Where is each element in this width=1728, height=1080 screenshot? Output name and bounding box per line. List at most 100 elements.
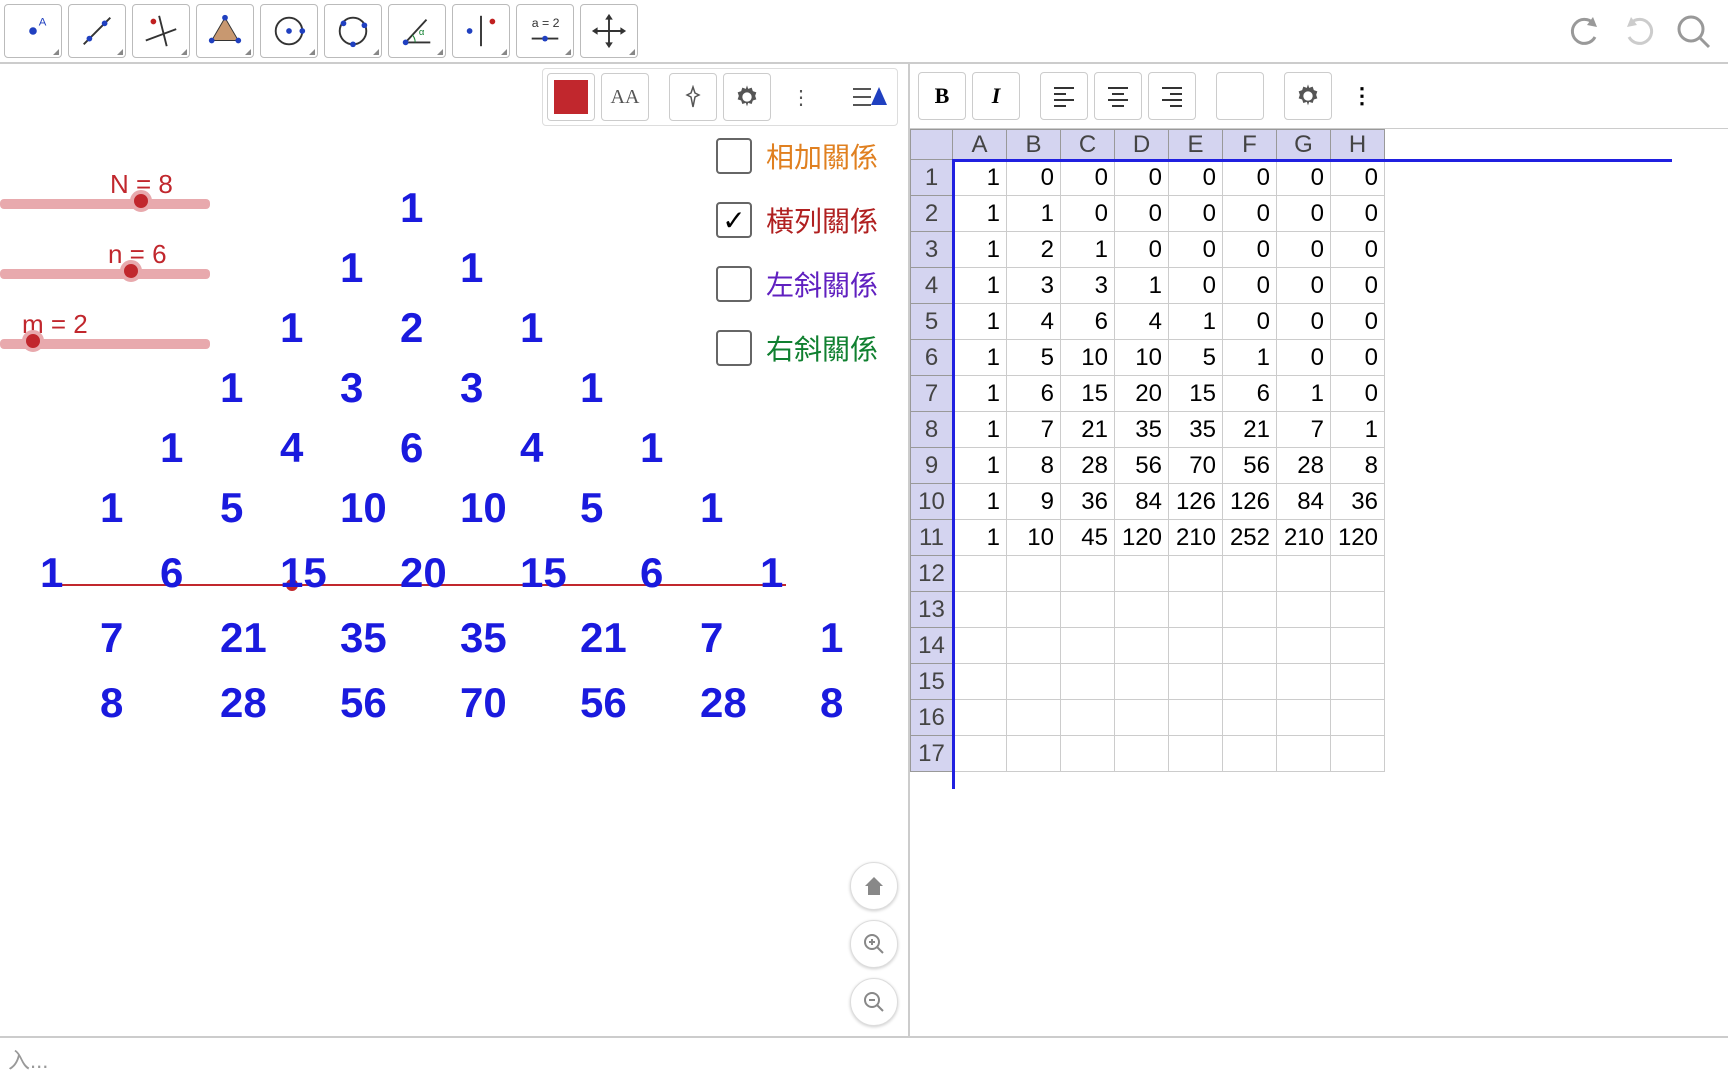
cell-D11[interactable]: 120 — [1115, 520, 1169, 556]
cell-E7[interactable]: 15 — [1169, 376, 1223, 412]
cell-H8[interactable]: 1 — [1331, 412, 1385, 448]
cell-A15[interactable] — [953, 664, 1007, 700]
cell-F13[interactable] — [1223, 592, 1277, 628]
cell-A17[interactable] — [953, 736, 1007, 772]
cell-D10[interactable]: 84 — [1115, 484, 1169, 520]
cell-H5[interactable]: 0 — [1331, 304, 1385, 340]
cell-H4[interactable]: 0 — [1331, 268, 1385, 304]
row-header-12[interactable]: 12 — [911, 556, 953, 592]
cell-D12[interactable] — [1115, 556, 1169, 592]
row-header-3[interactable]: 3 — [911, 232, 953, 268]
cell-G14[interactable] — [1277, 628, 1331, 664]
checkbox-box-icon[interactable] — [716, 330, 752, 366]
cell-C3[interactable]: 1 — [1061, 232, 1115, 268]
cell-B11[interactable]: 10 — [1007, 520, 1061, 556]
cell-H14[interactable] — [1331, 628, 1385, 664]
row-header-1[interactable]: 1 — [911, 160, 953, 196]
cell-H2[interactable]: 0 — [1331, 196, 1385, 232]
cell-E13[interactable] — [1169, 592, 1223, 628]
cell-B2[interactable]: 1 — [1007, 196, 1061, 232]
cell-B17[interactable] — [1007, 736, 1061, 772]
align-left-button[interactable] — [1040, 72, 1088, 120]
cell-D4[interactable]: 1 — [1115, 268, 1169, 304]
cell-G8[interactable]: 7 — [1277, 412, 1331, 448]
cell-G3[interactable]: 0 — [1277, 232, 1331, 268]
cell-H17[interactable] — [1331, 736, 1385, 772]
cell-E5[interactable]: 1 — [1169, 304, 1223, 340]
cell-A5[interactable]: 1 — [953, 304, 1007, 340]
cell-C2[interactable]: 0 — [1061, 196, 1115, 232]
tool-reflect[interactable] — [452, 4, 510, 58]
spreadsheet-grid[interactable]: ABCDEFGH11000000021100000031210000041331… — [910, 129, 1728, 1036]
tool-line[interactable] — [68, 4, 126, 58]
cell-E2[interactable]: 0 — [1169, 196, 1223, 232]
cell-E8[interactable]: 35 — [1169, 412, 1223, 448]
cell-H16[interactable] — [1331, 700, 1385, 736]
cell-H3[interactable]: 0 — [1331, 232, 1385, 268]
italic-button[interactable]: I — [972, 72, 1020, 120]
cell-D2[interactable]: 0 — [1115, 196, 1169, 232]
align-right-button[interactable] — [1148, 72, 1196, 120]
row-header-9[interactable]: 9 — [911, 448, 953, 484]
cell-C4[interactable]: 3 — [1061, 268, 1115, 304]
row-header-4[interactable]: 4 — [911, 268, 953, 304]
slider-1[interactable]: n = 6 — [0, 239, 220, 309]
cell-H1[interactable]: 0 — [1331, 160, 1385, 196]
color-picker[interactable] — [547, 73, 595, 121]
checkbox-3[interactable]: 右斜關係 — [716, 328, 878, 368]
cell-G1[interactable]: 0 — [1277, 160, 1331, 196]
cell-E17[interactable] — [1169, 736, 1223, 772]
cell-G7[interactable]: 1 — [1277, 376, 1331, 412]
cell-B15[interactable] — [1007, 664, 1061, 700]
cell-F5[interactable]: 0 — [1223, 304, 1277, 340]
cell-H9[interactable]: 8 — [1331, 448, 1385, 484]
row-header-2[interactable]: 2 — [911, 196, 953, 232]
col-header-D[interactable]: D — [1115, 130, 1169, 160]
cell-H6[interactable]: 0 — [1331, 340, 1385, 376]
row-header-5[interactable]: 5 — [911, 304, 953, 340]
cell-A10[interactable]: 1 — [953, 484, 1007, 520]
cell-C7[interactable]: 15 — [1061, 376, 1115, 412]
cell-B8[interactable]: 7 — [1007, 412, 1061, 448]
cell-D16[interactable] — [1115, 700, 1169, 736]
cell-H10[interactable]: 36 — [1331, 484, 1385, 520]
cell-bg-color[interactable] — [1216, 72, 1264, 120]
cell-B13[interactable] — [1007, 592, 1061, 628]
slider-2[interactable]: m = 2 — [0, 309, 220, 379]
checkbox-1[interactable]: ✓橫列關係 — [716, 200, 878, 240]
cell-G13[interactable] — [1277, 592, 1331, 628]
align-center-button[interactable] — [1094, 72, 1142, 120]
row-header-6[interactable]: 6 — [911, 340, 953, 376]
cell-D9[interactable]: 56 — [1115, 448, 1169, 484]
col-header-E[interactable]: E — [1169, 130, 1223, 160]
cell-A11[interactable]: 1 — [953, 520, 1007, 556]
cell-C11[interactable]: 45 — [1061, 520, 1115, 556]
cell-G16[interactable] — [1277, 700, 1331, 736]
cell-G4[interactable]: 0 — [1277, 268, 1331, 304]
cell-H15[interactable] — [1331, 664, 1385, 700]
corner-cell[interactable] — [911, 130, 953, 160]
cell-E1[interactable]: 0 — [1169, 160, 1223, 196]
undo-button[interactable] — [1562, 8, 1608, 54]
cell-D13[interactable] — [1115, 592, 1169, 628]
cell-A4[interactable]: 1 — [953, 268, 1007, 304]
cell-G15[interactable] — [1277, 664, 1331, 700]
cell-G2[interactable]: 0 — [1277, 196, 1331, 232]
bold-button[interactable]: B — [918, 72, 966, 120]
cell-E14[interactable] — [1169, 628, 1223, 664]
cell-F6[interactable]: 1 — [1223, 340, 1277, 376]
row-header-15[interactable]: 15 — [911, 664, 953, 700]
cell-G11[interactable]: 210 — [1277, 520, 1331, 556]
cell-G9[interactable]: 28 — [1277, 448, 1331, 484]
cell-C9[interactable]: 28 — [1061, 448, 1115, 484]
slider-thumb[interactable] — [130, 190, 152, 212]
input-bar[interactable]: 入... — [0, 1036, 1728, 1080]
col-header-H[interactable]: H — [1331, 130, 1385, 160]
cell-G6[interactable]: 0 — [1277, 340, 1331, 376]
cell-D5[interactable]: 4 — [1115, 304, 1169, 340]
cell-F9[interactable]: 56 — [1223, 448, 1277, 484]
slider-track[interactable] — [0, 199, 210, 209]
row-header-11[interactable]: 11 — [911, 520, 953, 556]
cell-C17[interactable] — [1061, 736, 1115, 772]
views-button[interactable] — [845, 73, 893, 121]
